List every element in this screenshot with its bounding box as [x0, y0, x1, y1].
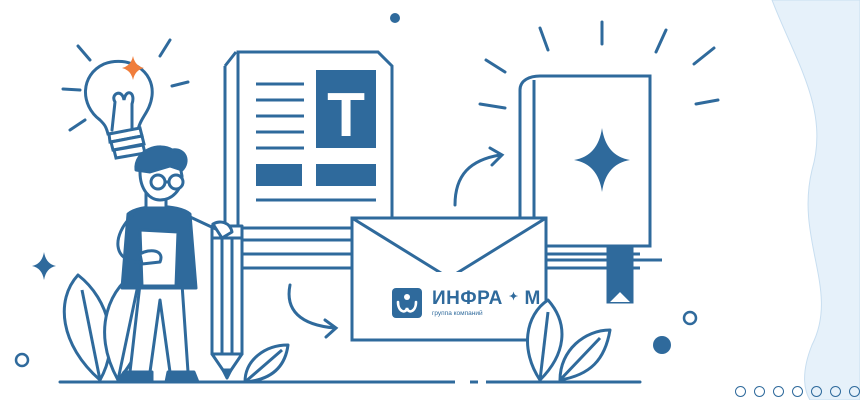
lightbulb-icon	[61, 38, 190, 160]
arrow-icon	[453, 146, 505, 207]
arrow-icon	[287, 283, 339, 339]
envelope-illustration	[350, 216, 548, 342]
brand-separator-icon: ✦	[508, 291, 519, 303]
brand-name-main: ИНФРА	[432, 288, 503, 309]
background-wave-panel	[771, 0, 860, 400]
decor-dot	[653, 336, 671, 354]
carousel-dot[interactable]	[811, 386, 822, 397]
brand-text: ИНФРА ✦ М группа компаний	[432, 289, 541, 317]
brand-tagline: группа компаний	[432, 310, 483, 317]
brand-logo-icon	[392, 288, 422, 318]
sparkle-icon	[32, 252, 56, 280]
carousel-dot[interactable]	[773, 386, 784, 397]
document-letter: T	[327, 81, 365, 150]
decor-ring	[682, 310, 698, 326]
carousel-dot[interactable]	[792, 386, 803, 397]
document-illustration	[223, 50, 394, 242]
carousel-dot[interactable]	[735, 386, 746, 397]
promo-banner: T ИНФРА ✦ М группа компаний	[0, 0, 860, 400]
carousel-dot[interactable]	[849, 386, 860, 397]
carousel-pagination	[735, 386, 860, 397]
brand-logo: ИНФРА ✦ М группа компаний	[392, 288, 541, 318]
brand-name: ИНФРА ✦ М	[432, 289, 541, 308]
carousel-dot[interactable]	[830, 386, 841, 397]
decor-dot	[390, 13, 400, 23]
carousel-dot[interactable]	[754, 386, 765, 397]
banner-illustration: T	[14, 0, 860, 400]
decor-ring	[14, 352, 30, 368]
brand-name-suffix: М	[524, 288, 541, 309]
person-illustration	[116, 145, 244, 384]
